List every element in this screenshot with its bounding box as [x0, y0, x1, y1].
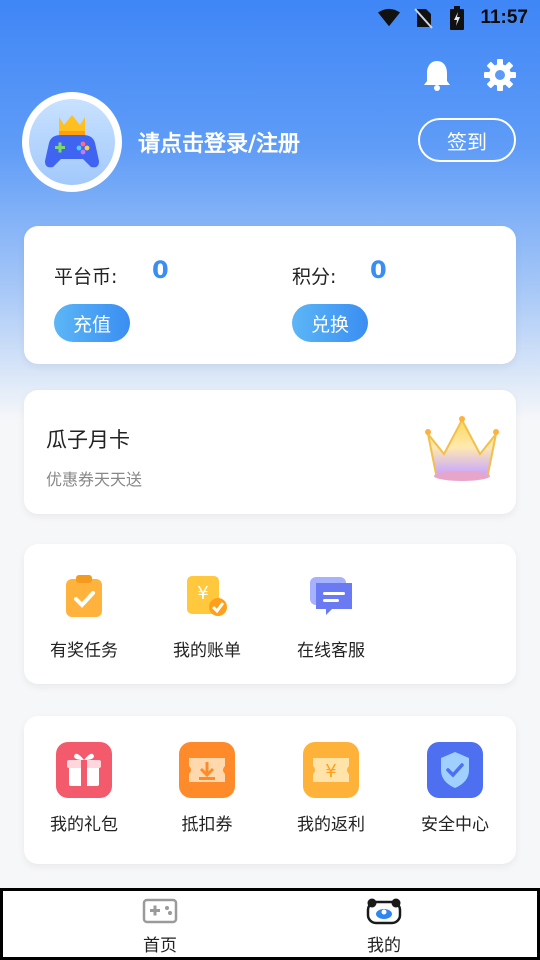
service-label: 在线客服	[297, 641, 365, 661]
points-value: 0	[370, 256, 387, 284]
gift-icon	[56, 742, 112, 798]
svg-text:¥: ¥	[197, 583, 208, 604]
monthly-card-title: 瓜子月卡	[46, 428, 130, 452]
bill-icon: ¥	[179, 568, 235, 624]
feature-item-security[interactable]: 安全中心	[400, 742, 510, 835]
task-icon	[56, 568, 112, 624]
service-item-chat[interactable]: 在线客服	[276, 568, 386, 661]
feature-item-coupon[interactable]: 抵扣券	[152, 742, 262, 835]
monthly-card-subtitle: 优惠券天天送	[46, 470, 143, 489]
shield-icon	[427, 742, 483, 798]
bell-icon[interactable]	[420, 58, 454, 92]
feature-label: 抵扣券	[181, 815, 233, 835]
feature-item-rebate[interactable]: ¥ 我的返利	[276, 742, 386, 835]
nav-tab-home[interactable]: 首页	[115, 897, 205, 956]
chat-icon	[303, 568, 359, 624]
status-bar: 11:57	[0, 0, 540, 36]
service-label: 有奖任务	[50, 641, 118, 661]
wifi-icon	[378, 7, 401, 29]
gamepad-icon	[142, 898, 178, 924]
feature-label: 安全中心	[421, 815, 489, 835]
gear-icon[interactable]	[483, 58, 517, 92]
login-register-link[interactable]: 请点击登录/注册	[138, 126, 300, 158]
wallet-card: 平台币: 0 积分: 0 充值 兑换	[24, 226, 516, 364]
recharge-button[interactable]: 充值	[54, 304, 130, 342]
no-sim-icon	[412, 7, 434, 29]
service-item-bill[interactable]: ¥ 我的账单	[152, 568, 262, 661]
rebate-icon: ¥	[303, 742, 359, 798]
crown-icon	[422, 414, 502, 486]
service-item-task[interactable]: 有奖任务	[29, 568, 139, 661]
signin-button[interactable]: 签到	[418, 118, 516, 162]
features-card: 我的礼包 抵扣券 ¥ 我的返利 安全中心	[24, 716, 516, 864]
feature-label: 我的返利	[297, 815, 365, 835]
services-card: 有奖任务 ¥ 我的账单 在线客服	[24, 544, 516, 684]
exchange-button[interactable]: 兑换	[292, 304, 368, 342]
clock: 11:57	[480, 7, 528, 28]
monthly-card[interactable]: 瓜子月卡 优惠券天天送	[24, 390, 516, 514]
svg-text:¥: ¥	[325, 761, 336, 782]
nav-tab-mine[interactable]: 我的	[339, 897, 429, 956]
avatar[interactable]	[22, 92, 122, 192]
feature-label: 我的礼包	[50, 815, 118, 835]
nav-label: 我的	[367, 936, 401, 956]
battery-icon	[446, 6, 468, 30]
points-label: 积分:	[292, 266, 337, 288]
coupon-icon	[179, 742, 235, 798]
service-label: 我的账单	[173, 641, 241, 661]
platform-coin-value: 0	[152, 256, 169, 284]
platform-coin-label: 平台币:	[54, 266, 118, 288]
bottom-navigation: 首页 我的	[0, 888, 540, 960]
crown-gamepad-icon	[45, 115, 99, 168]
profile-icon	[366, 898, 402, 925]
nav-label: 首页	[143, 936, 177, 956]
feature-item-gift[interactable]: 我的礼包	[29, 742, 139, 835]
